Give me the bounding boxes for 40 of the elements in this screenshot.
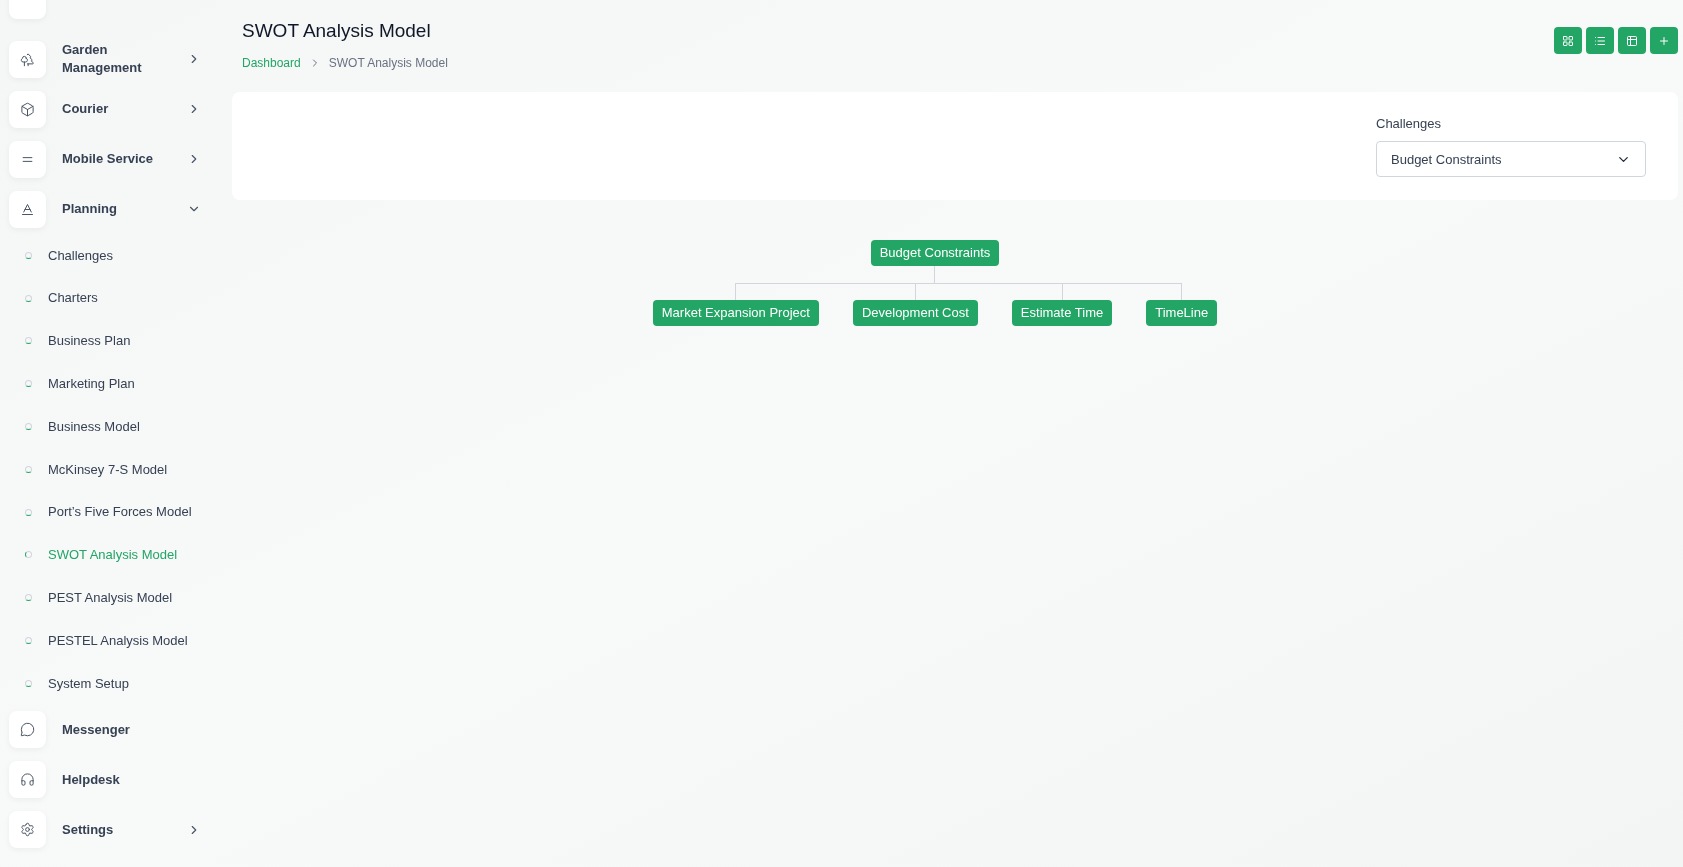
toolbar-button[interactable]	[1586, 27, 1614, 54]
submenu-item[interactable]: PEST Analysis Model	[9, 576, 201, 620]
submenu-item[interactable]: Business Model	[9, 405, 201, 448]
table-icon	[1626, 34, 1638, 47]
toolbar-button[interactable]	[1650, 27, 1678, 54]
field-label: Challenges	[1376, 114, 1443, 133]
plus-icon	[1658, 34, 1670, 47]
tree-node: Budget Constraints	[870, 239, 1000, 266]
page-title: SWOT Analysis Model	[242, 19, 432, 43]
sidebar-item[interactable]: Settings	[9, 804, 201, 855]
sidebar-item[interactable]: Courier	[9, 84, 201, 134]
tree-node: Market Expansion Project	[652, 299, 819, 326]
sidebar-item[interactable]: Garden Management	[9, 34, 201, 84]
sidebar-item[interactable]: Planning	[9, 184, 201, 234]
submenu-item[interactable]: Port’s Five Forces Model	[9, 490, 201, 534]
submenu-item[interactable]: Business Plan	[9, 319, 201, 363]
box-icon	[20, 101, 35, 117]
sidebar-item[interactable]: Messenger	[9, 704, 201, 755]
chat-icon	[20, 722, 35, 738]
toolbar-button[interactable]	[1618, 27, 1646, 54]
tree-node: Estimate Time	[1011, 299, 1113, 326]
letter-a-icon	[20, 201, 35, 217]
submenu-item[interactable]: PESTEL Analysis Model	[9, 619, 201, 662]
challenge-select[interactable]: Budget Constraints	[1376, 141, 1646, 178]
sidebar-item[interactable]: Mobile Service	[9, 134, 201, 184]
grid-icon	[1562, 34, 1574, 47]
breadcrumb-current: SWOT Analysis Model	[328, 54, 448, 72]
submenu-item[interactable]: Marketing Plan	[9, 362, 201, 406]
tree-node: TimeLine	[1146, 299, 1218, 326]
submenu-item[interactable]: McKinsey 7-S Model	[9, 448, 201, 491]
sidebar-item[interactable]: Helpdesk	[9, 754, 201, 805]
submenu-item[interactable]: Challenges	[9, 234, 201, 277]
list-icon	[1594, 34, 1606, 47]
tree-node: Development Cost	[852, 299, 978, 326]
headphones-icon	[20, 772, 35, 788]
trees-icon	[20, 51, 35, 67]
toolbar-button[interactable]	[1554, 27, 1582, 54]
submenu-item[interactable]: System Setup	[9, 661, 201, 705]
settings-icon	[20, 822, 35, 838]
submenu-item[interactable]: Charters	[9, 276, 201, 320]
